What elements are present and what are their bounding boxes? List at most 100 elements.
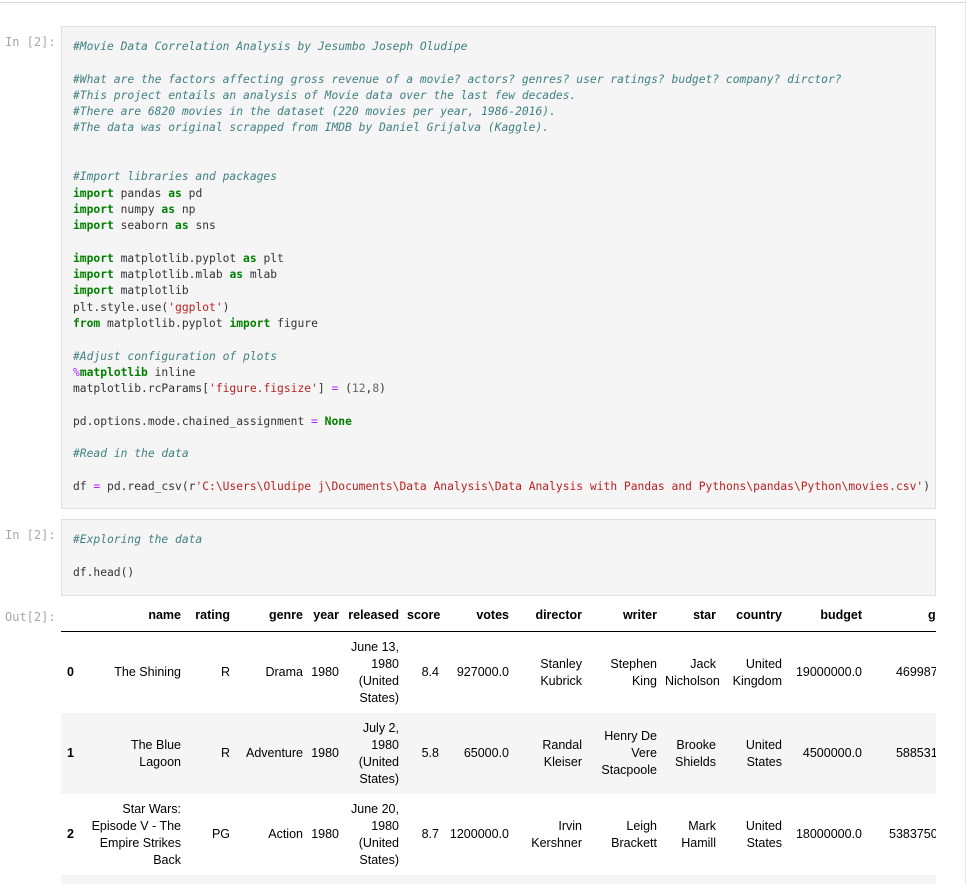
table-cell (720, 875, 786, 884)
code-line: #Import libraries and packages (73, 169, 935, 185)
code-token: as (168, 186, 182, 200)
code-line: #Adjust configuration of plots (73, 349, 935, 365)
code-token: sns (188, 219, 216, 233)
code-token: from (73, 317, 101, 331)
code-line: ​ (73, 55, 935, 71)
table-cell: 8.4 (403, 631, 443, 713)
code-line: #Movie Data Correlation Analysis by Jesu… (73, 39, 935, 55)
table-cell: July 2, 1980 (United States) (343, 713, 403, 794)
code-editor[interactable]: #Exploring the data ​df.head() (73, 532, 935, 581)
code-token: import (73, 251, 114, 265)
code-line: df = pd.read_csv(r'C:\Users\Oludipe j\Do… (73, 479, 935, 495)
column-header: country (720, 598, 786, 632)
table-row: 2 Star Wars: Episode V - The Empire Strik… (61, 794, 936, 875)
table-cell (866, 875, 936, 884)
column-header: year (307, 598, 343, 632)
input-prompt: In [2]: (5, 528, 56, 542)
table-cell: Randal Kleiser (513, 713, 586, 794)
code-line: %matplotlib inline (73, 365, 935, 381)
code-token: = (311, 414, 318, 428)
table-cell: 46998772.0 (866, 631, 936, 713)
table-cell: United States (720, 794, 786, 875)
code-line: ​ (73, 398, 935, 414)
code-line: from matplotlib.pyplot import figure (73, 316, 935, 332)
code-token: pd (181, 186, 203, 200)
table-cell: Brooke Shields (661, 713, 720, 794)
code-line: #What are the factors affecting gross re… (73, 72, 935, 88)
column-header: name (84, 598, 185, 632)
table-cell: 58853106.0 (866, 713, 936, 794)
code-token: 'C:\Users\Oludipe j\Documents\Data Analy… (195, 480, 924, 494)
code-token: matplotlib.rcParams[ (73, 382, 210, 396)
code-line: ​ (73, 430, 935, 446)
code-token: as (175, 219, 189, 233)
table-cell: Leigh Brackett (586, 794, 661, 875)
table-cell: R (185, 631, 234, 713)
notebook-top-border (0, 2, 966, 3)
code-line: import matplotlib (73, 283, 935, 299)
code-token: numpy (113, 202, 162, 216)
code-line: import matplotlib.pyplot as plt (73, 251, 935, 267)
code-token: #What are the factors affecting gross re… (73, 72, 842, 86)
code-token: import (73, 268, 114, 282)
table-cell: Drama (234, 631, 307, 713)
table-cell: R (185, 713, 234, 794)
code-token: ) (379, 382, 386, 396)
column-header: director (513, 598, 586, 632)
code-token: mlab (243, 268, 278, 282)
column-header: gross (866, 598, 936, 632)
table-cell: 19000000.0 (786, 631, 866, 713)
code-line: matplotlib.rcParams['figure.figsize'] = … (73, 381, 935, 397)
code-token: % (73, 365, 80, 379)
table-cell: Mark Hamill (661, 794, 720, 875)
code-line: #This project entails an analysis of Mov… (73, 88, 935, 104)
column-header: star (661, 598, 720, 632)
code-token: pandas (113, 186, 169, 200)
table-cell: June 20, 1980 (United States) (343, 794, 403, 875)
code-token: plt.style.use( (73, 300, 169, 314)
table-cell: The Blue Lagoon (84, 713, 185, 794)
table-row: 1 The Blue Lagoon R Adventure 1980 July 2, 19… (61, 713, 936, 794)
code-token: None (324, 414, 352, 428)
code-token: 'ggplot' (168, 300, 223, 314)
table-cell (343, 875, 403, 884)
code-token: import (229, 317, 271, 331)
code-token: df (73, 480, 94, 494)
table-cell: 538375067.0 (866, 794, 936, 875)
column-header: budget (786, 598, 866, 632)
code-line: import numpy as np (73, 202, 935, 218)
row-index (61, 875, 84, 884)
table-cell: Star Wars: Episode V - The Empire Strike… (84, 794, 185, 875)
code-line: #The data was original scrapped from IMD… (73, 120, 935, 136)
table-cell (443, 875, 513, 884)
table-cell: Stephen King (586, 631, 661, 713)
table-cell: PG (185, 794, 234, 875)
table-cell (185, 875, 234, 884)
code-line: #Exploring the data (73, 532, 935, 548)
table-cell: Adventure (234, 713, 307, 794)
code-token: as (229, 268, 244, 282)
table-cell: United States (720, 713, 786, 794)
code-cell-explore[interactable]: #Exploring the data ​df.head() (61, 519, 936, 596)
code-token: 12 (351, 382, 366, 396)
code-token: ) (923, 480, 930, 494)
code-token: #Movie Data Correlation Analysis by Jesu… (73, 40, 468, 53)
code-cell-imports[interactable]: #Movie Data Correlation Analysis by Jesu… (61, 26, 936, 509)
code-token: import (73, 202, 114, 216)
table-cell: Stanley Kubrick (513, 631, 586, 713)
code-token: figure (270, 317, 318, 331)
code-line: ​ (73, 137, 935, 153)
code-editor[interactable]: #Movie Data Correlation Analysis by Jesu… (73, 39, 935, 495)
code-token: #Import libraries and packages (73, 170, 278, 184)
code-token: #Exploring the data (73, 533, 203, 546)
code-token: matplotlib (79, 365, 148, 379)
table-cell: Action (234, 794, 307, 875)
code-line: ​ (73, 548, 935, 564)
code-token: pd.options.mode.chained_assignment (73, 414, 312, 428)
row-index: 2 (61, 794, 84, 875)
vertical-scrollbar[interactable] (965, 0, 980, 884)
table-cell: 18000000.0 (786, 794, 866, 875)
table-cell: 8.7 (403, 794, 443, 875)
code-line: plt.style.use('ggplot') (73, 300, 935, 316)
table-cell: 65000.0 (443, 713, 513, 794)
